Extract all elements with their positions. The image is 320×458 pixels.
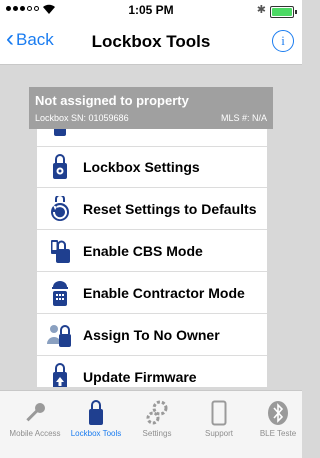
info-button[interactable]: i	[272, 30, 294, 52]
tab-label: Mobile Access	[9, 429, 61, 438]
navigation-bar: ‹ Back Lockbox Tools i	[0, 20, 302, 65]
tab-mobile-access[interactable]: Mobile Access	[5, 399, 65, 438]
menu-item-lockbox-settings[interactable]: Lockbox Settings	[37, 146, 267, 188]
tab-bar: Mobile Access Lockbox Tools Settings Sup…	[0, 390, 302, 458]
mls-number: MLS #: N/A	[220, 113, 267, 123]
menu-item-label: Reset Settings to Defaults	[83, 200, 257, 217]
menu-item-reset-defaults[interactable]: Reset Settings to Defaults	[37, 188, 267, 230]
tab-label: Settings	[142, 429, 172, 438]
lockbox-serial: Lockbox SN: 01059686	[35, 113, 129, 123]
page-title: Lockbox Tools	[91, 32, 211, 51]
menu-item-cbs-mode[interactable]: Enable CBS Mode	[37, 230, 267, 272]
tab-label: Lockbox Tools	[70, 429, 122, 438]
bluetooth-icon	[248, 399, 308, 427]
tab-support[interactable]: Support	[189, 399, 249, 438]
lockbox-icon	[45, 129, 75, 141]
reset-icon	[45, 194, 75, 224]
menu-item-label: Enable Contractor Mode	[83, 284, 245, 301]
menu-item-label: Enable CBS Mode	[83, 242, 203, 259]
lockbox-icon	[66, 399, 126, 427]
tab-label: Support	[204, 429, 234, 438]
menu-item-contractor-mode[interactable]: Enable Contractor Mode	[37, 272, 267, 314]
menu-item-label: Update Firmware	[83, 368, 197, 385]
menu-item-assign-no-owner[interactable]: Assign To No Owner	[37, 314, 267, 356]
firmware-update-icon	[45, 362, 75, 387]
battery-icon	[270, 6, 297, 18]
menu-item-update-firmware[interactable]: Update Firmware	[37, 356, 267, 387]
tab-ble-tester[interactable]: BLE Teste	[248, 399, 308, 438]
lockbox-gear-icon	[45, 152, 75, 182]
gears-icon	[127, 399, 187, 427]
tools-menu: Lockbox Settings Reset Settings to Defau…	[37, 129, 267, 387]
phone-icon	[189, 399, 249, 427]
menu-item-label: Assign To No Owner	[83, 326, 220, 343]
lockbox-info-header: Not assigned to property Lockbox SN: 010…	[29, 87, 273, 129]
tab-settings[interactable]: Settings	[127, 399, 187, 438]
status-bar: 1:05 PM ✱	[0, 0, 302, 20]
contractor-mode-icon	[45, 278, 75, 308]
assign-owner-icon	[45, 320, 75, 350]
cbs-mode-icon	[45, 236, 75, 266]
tab-lockbox-tools[interactable]: Lockbox Tools	[66, 399, 126, 438]
assignment-status: Not assigned to property	[35, 93, 189, 108]
bluetooth-status-icon: ✱	[256, 4, 266, 16]
tab-label: BLE Teste	[259, 429, 297, 438]
menu-item-label: Lockbox Settings	[83, 158, 200, 175]
menu-item-partial[interactable]	[37, 129, 267, 147]
key-icon	[5, 399, 65, 427]
